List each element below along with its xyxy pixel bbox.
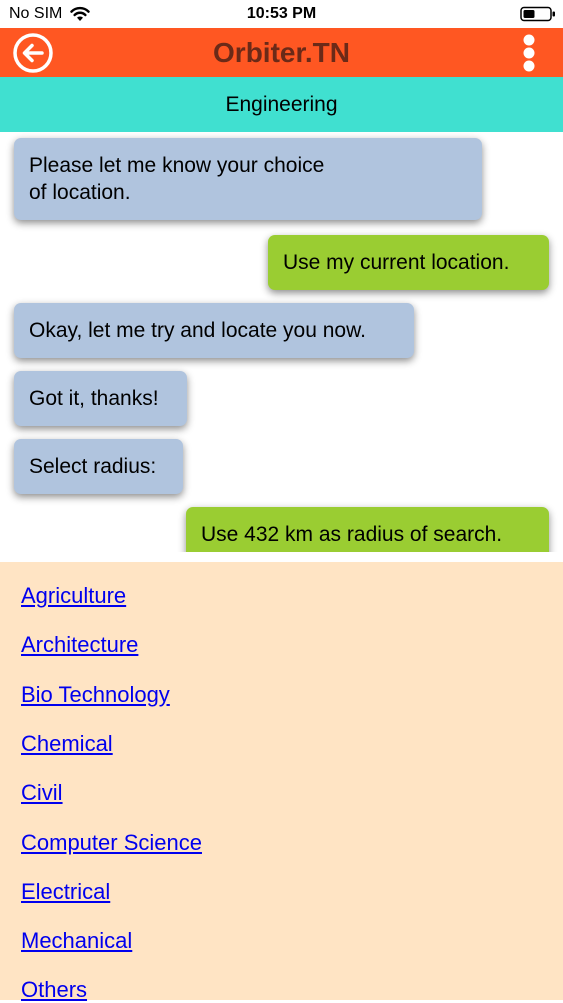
option-others[interactable]: Others xyxy=(21,977,87,1003)
status-time: 10:53 PM xyxy=(246,5,317,22)
option-bio-technology[interactable]: Bio Technology xyxy=(21,682,170,708)
options-list: Agriculture Architecture Bio Technology … xyxy=(0,562,563,1003)
user-message: Use my current location. xyxy=(268,235,549,290)
app-header: Orbiter.TN xyxy=(0,28,563,77)
user-message: Use 432 km as radius of search. xyxy=(186,507,549,552)
option-chemical[interactable]: Chemical xyxy=(21,731,113,757)
bot-message: Please let me know your choice of locati… xyxy=(14,138,482,220)
battery-icon xyxy=(520,6,555,22)
chat-area[interactable]: Please let me know your choice of locati… xyxy=(0,132,563,552)
bot-message: Okay, let me try and locate you now. xyxy=(14,303,414,358)
message-line: Please let me know your choice xyxy=(29,154,325,177)
status-bar: No SIM 10:53 PM xyxy=(0,0,563,28)
option-architecture[interactable]: Architecture xyxy=(21,632,138,658)
app-title: Orbiter.TN xyxy=(213,37,350,68)
option-civil[interactable]: Civil xyxy=(21,780,63,806)
message-line: of location. xyxy=(29,181,131,204)
category-title: Engineering xyxy=(0,77,563,132)
bot-message: Got it, thanks! xyxy=(14,371,187,426)
bot-message: Select radius: xyxy=(14,439,183,494)
option-computer-science[interactable]: Computer Science xyxy=(21,830,202,856)
option-agriculture[interactable]: Agriculture xyxy=(21,583,126,609)
option-mechanical[interactable]: Mechanical xyxy=(21,928,132,954)
option-electrical[interactable]: Electrical xyxy=(21,879,110,905)
more-vertical-icon[interactable] xyxy=(516,32,542,74)
